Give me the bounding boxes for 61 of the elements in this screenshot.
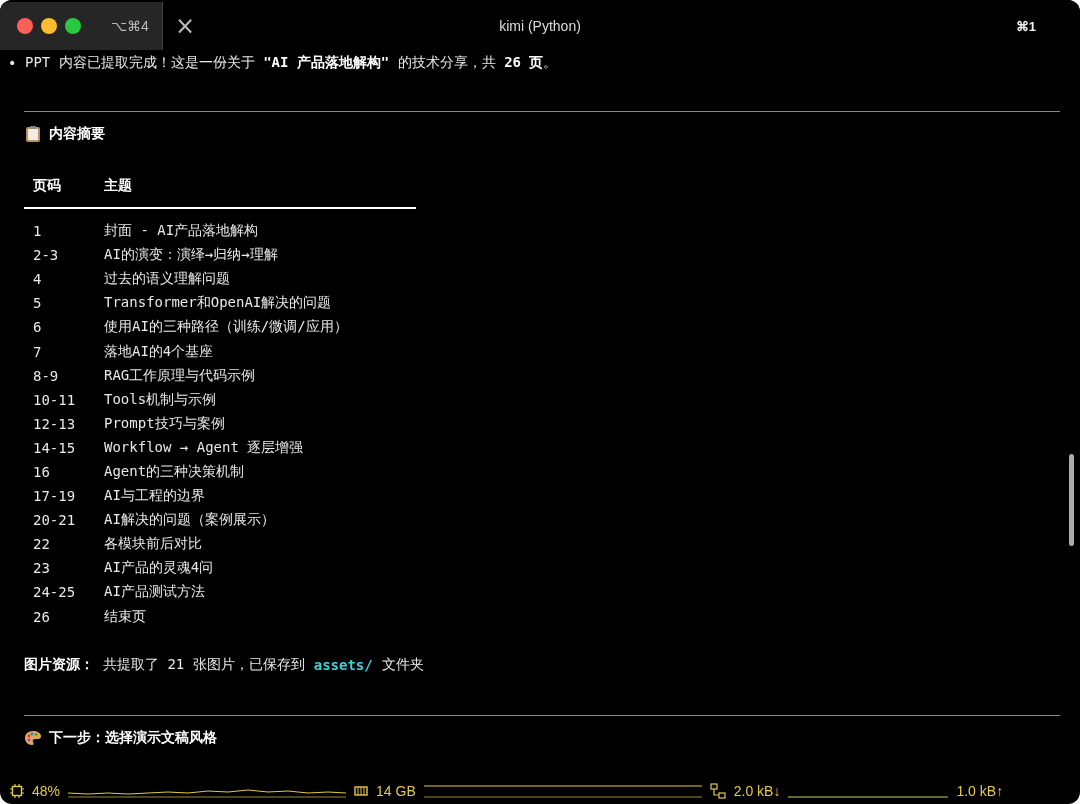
table-cell: Workflow → Agent 逐层增强 <box>104 438 304 457</box>
table-cell: RAG工作原理与代码示例 <box>104 366 256 385</box>
table-cell: Agent的三种决策机制 <box>104 463 245 481</box>
minimize-window-button[interactable] <box>41 18 57 34</box>
table-cell-text: 6 <box>32 319 43 336</box>
table-cell-text: 24-25 <box>32 584 77 601</box>
table-cell: 过去的语义理解问题 <box>104 270 230 289</box>
memory-usage: 14 GB <box>376 783 416 799</box>
upload-rate: 1.0 kB↑ <box>956 783 1004 799</box>
table-cell: AI的演变：演绎→归纳→理解 <box>104 246 278 265</box>
table-cell-text: 17-19 <box>32 488 77 505</box>
table-cell: 结束页 <box>104 607 146 626</box>
table-cell: Prompt技巧与案例 <box>104 414 225 433</box>
table-cell-text: 4 <box>32 271 43 288</box>
network-icon <box>709 783 726 799</box>
column-header: 主题 <box>104 177 132 195</box>
table-cell-text: 8-9 <box>32 367 60 384</box>
table-cell-text: 5 <box>32 295 43 312</box>
section-title: 内容摘要 <box>49 125 105 143</box>
table-cell: 封面 - AI产品落地解构 <box>104 222 259 241</box>
folder-path: assets/ <box>313 656 373 673</box>
download-rate: 2.0 kB↓ <box>733 783 781 799</box>
table-cell-text: 7 <box>32 343 43 360</box>
resources-text: 共提取了 21 张图片，已保存到 <box>103 655 305 674</box>
table-cell: Transformer和OpenAI解决的问题 <box>104 294 332 313</box>
table-cell-text: 26 <box>32 608 51 625</box>
table-cell-text: 12-13 <box>32 415 77 432</box>
intro-text: PPT 内容已提取完成！这是一份关于 "AI 产品落地解构" 的技术分享，共 26 页。 <box>25 54 558 72</box>
window-shortcut: ⌘1 <box>1015 18 1036 34</box>
table-cell-text: 23 <box>32 560 51 577</box>
close-window-button[interactable] <box>17 18 33 34</box>
table-cell-text: 1 <box>32 223 43 240</box>
palette-icon <box>24 728 42 747</box>
table-cell: 落地AI的4个基座 <box>104 342 214 361</box>
table-cell: 使用AI的三种路径（训练/微调/应用） <box>104 318 348 337</box>
tab-shortcut: ⌥⌘4 <box>111 18 149 34</box>
zoom-window-button[interactable] <box>65 18 81 34</box>
section-title: 下一步：选择演示文稿风格 <box>49 728 217 747</box>
resources-label: 图片资源： <box>24 655 94 674</box>
memory-icon <box>354 784 369 798</box>
table-cell: AI与工程的边界 <box>104 487 205 506</box>
table-cell: Tools机制与示例 <box>104 390 217 409</box>
table-cell-text: 16 <box>32 464 51 480</box>
window-title: kimi (Python) <box>499 18 581 34</box>
table-cell-text: 20-21 <box>32 512 77 529</box>
column-header: 页码 <box>32 177 62 195</box>
table-cell-text: 10-11 <box>32 391 77 408</box>
cpu-usage: 48% <box>32 783 61 799</box>
bullet: • <box>8 55 16 71</box>
scrollbar-thumb[interactable] <box>1069 454 1074 546</box>
table-cell-text: 2-3 <box>32 247 60 264</box>
table-cell-text: 14-15 <box>32 439 77 456</box>
table-cell-text: 22 <box>32 536 51 553</box>
table-cell: 各模块前后对比 <box>104 535 202 554</box>
table-cell: AI产品的灵魂4问 <box>104 559 214 578</box>
cpu-icon <box>10 784 24 798</box>
table-cell: AI解决的问题（案例展示） <box>104 511 275 530</box>
table-cell: AI产品测试方法 <box>104 583 205 602</box>
clipboard-icon <box>24 125 42 143</box>
close-tab-button[interactable]: × <box>169 12 202 40</box>
resources-text: 文件夹 <box>381 655 424 674</box>
